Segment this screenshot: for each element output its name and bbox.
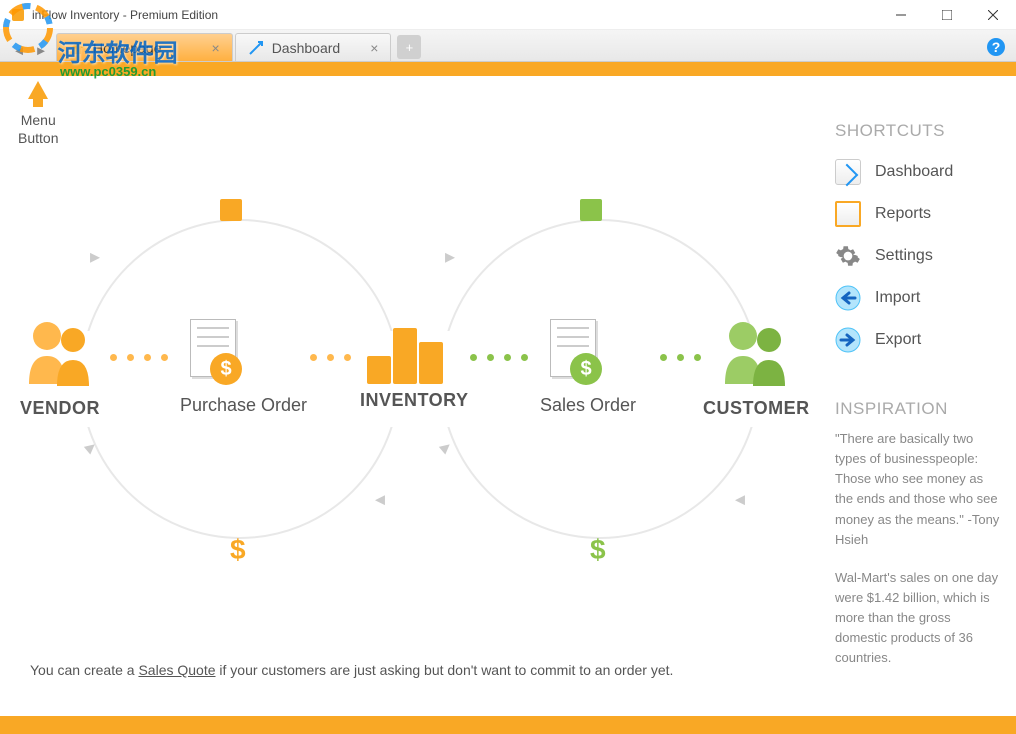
maximize-button[interactable] — [924, 0, 970, 30]
shortcut-label: Export — [875, 331, 921, 349]
shortcut-export[interactable]: Export — [835, 319, 1002, 361]
sales-order-icon: $ — [540, 319, 610, 389]
sidebar: SHORTCUTS Dashboard Reports Settings Imp… — [821, 76, 1016, 716]
dashboard-icon — [835, 159, 861, 185]
tip-suffix: if your customers are just asking but do… — [216, 662, 674, 678]
tab-dashboard[interactable]: Dashboard × — [235, 33, 392, 61]
shortcut-label: Reports — [875, 205, 931, 223]
tab-label: Dashboard — [272, 40, 341, 56]
titlebar: inFlow Inventory - Premium Edition — [0, 0, 1016, 30]
window-title: inFlow Inventory - Premium Edition — [32, 8, 878, 22]
new-tab-button[interactable]: + — [397, 35, 421, 59]
shortcut-import[interactable]: Import — [835, 277, 1002, 319]
sales-order-label: Sales Order — [540, 395, 636, 416]
flow-node-customer[interactable]: CUSTOMER — [703, 314, 810, 419]
dollar-icon[interactable]: $ — [590, 534, 606, 566]
nav-back-button[interactable]: ◄ — [8, 39, 30, 61]
import-icon — [835, 285, 861, 311]
flow-node-inventory[interactable]: INVENTORY — [360, 314, 469, 411]
shortcut-label: Dashboard — [875, 163, 953, 181]
arrow-up-icon — [28, 81, 48, 99]
vendor-icon — [15, 314, 105, 389]
vendor-label: VENDOR — [15, 398, 105, 419]
inventory-label: INVENTORY — [360, 390, 469, 411]
dashboard-icon — [248, 40, 264, 56]
menu-label-line1: Menu — [18, 111, 58, 129]
shortcut-dashboard[interactable]: Dashboard — [835, 151, 1002, 193]
flow-dots — [660, 354, 701, 361]
flow-dots — [110, 354, 168, 361]
arc-arrowhead-icon: ▸ — [90, 244, 100, 269]
sales-quote-link[interactable]: Sales Quote — [138, 662, 215, 678]
app-icon — [10, 7, 26, 23]
inspiration-quote-2: Wal-Mart's sales on one day were $1.42 b… — [835, 568, 1002, 669]
arc-arrowhead-icon: ▸ — [735, 489, 745, 514]
flow-dots — [310, 354, 351, 361]
customer-icon — [711, 314, 801, 389]
flow-marker-box[interactable] — [580, 199, 602, 221]
inspiration-quote-1: "There are basically two types of busine… — [835, 429, 1002, 550]
dollar-icon[interactable]: $ — [230, 534, 246, 566]
customer-label: CUSTOMER — [703, 398, 810, 419]
flow-dots — [470, 354, 528, 361]
svg-text:?: ? — [992, 39, 1001, 55]
shortcut-label: Import — [875, 289, 920, 307]
shortcut-label: Settings — [875, 247, 933, 265]
shortcut-reports[interactable]: Reports — [835, 193, 1002, 235]
reports-icon — [835, 201, 861, 227]
tabbar: ◄ ► Homepage × Dashboard × + ? — [0, 30, 1016, 62]
arc-arrowhead-icon: ▸ — [375, 489, 385, 514]
flow-diagram: ▸ ▸ ▸ ▸ ▸ ▸ $ $ VENDOR — [20, 189, 800, 669]
flow-node-purchase-order[interactable]: $ Purchase Order — [180, 319, 307, 416]
tip-prefix: You can create a — [30, 662, 138, 678]
export-icon — [835, 327, 861, 353]
menu-button-hint: Menu Button — [18, 81, 58, 147]
shortcuts-heading: SHORTCUTS — [835, 121, 1002, 141]
tab-close-icon[interactable]: × — [212, 40, 220, 56]
purchase-order-label: Purchase Order — [180, 395, 307, 416]
tip-text: You can create a Sales Quote if your cus… — [30, 662, 673, 678]
inventory-icon — [360, 314, 450, 384]
divider-bottom — [0, 716, 1016, 734]
arc-arrowhead-icon: ▸ — [445, 244, 455, 269]
menu-label-line2: Button — [18, 129, 58, 147]
home-icon — [69, 40, 85, 56]
tab-label: Homepage — [93, 40, 162, 56]
help-button[interactable]: ? — [986, 37, 1006, 57]
flow-node-sales-order[interactable]: $ Sales Order — [540, 319, 636, 416]
shortcut-settings[interactable]: Settings — [835, 235, 1002, 277]
minimize-button[interactable] — [878, 0, 924, 30]
tab-close-icon[interactable]: × — [370, 40, 378, 56]
tab-homepage[interactable]: Homepage × — [56, 33, 233, 61]
gear-icon — [835, 243, 861, 269]
flow-marker-box[interactable] — [220, 199, 242, 221]
flow-node-vendor[interactable]: VENDOR — [15, 314, 105, 419]
inspiration-heading: INSPIRATION — [835, 399, 1002, 419]
divider-top — [0, 62, 1016, 76]
purchase-order-icon: $ — [180, 319, 250, 389]
nav-forward-button[interactable]: ► — [30, 39, 52, 61]
close-button[interactable] — [970, 0, 1016, 30]
